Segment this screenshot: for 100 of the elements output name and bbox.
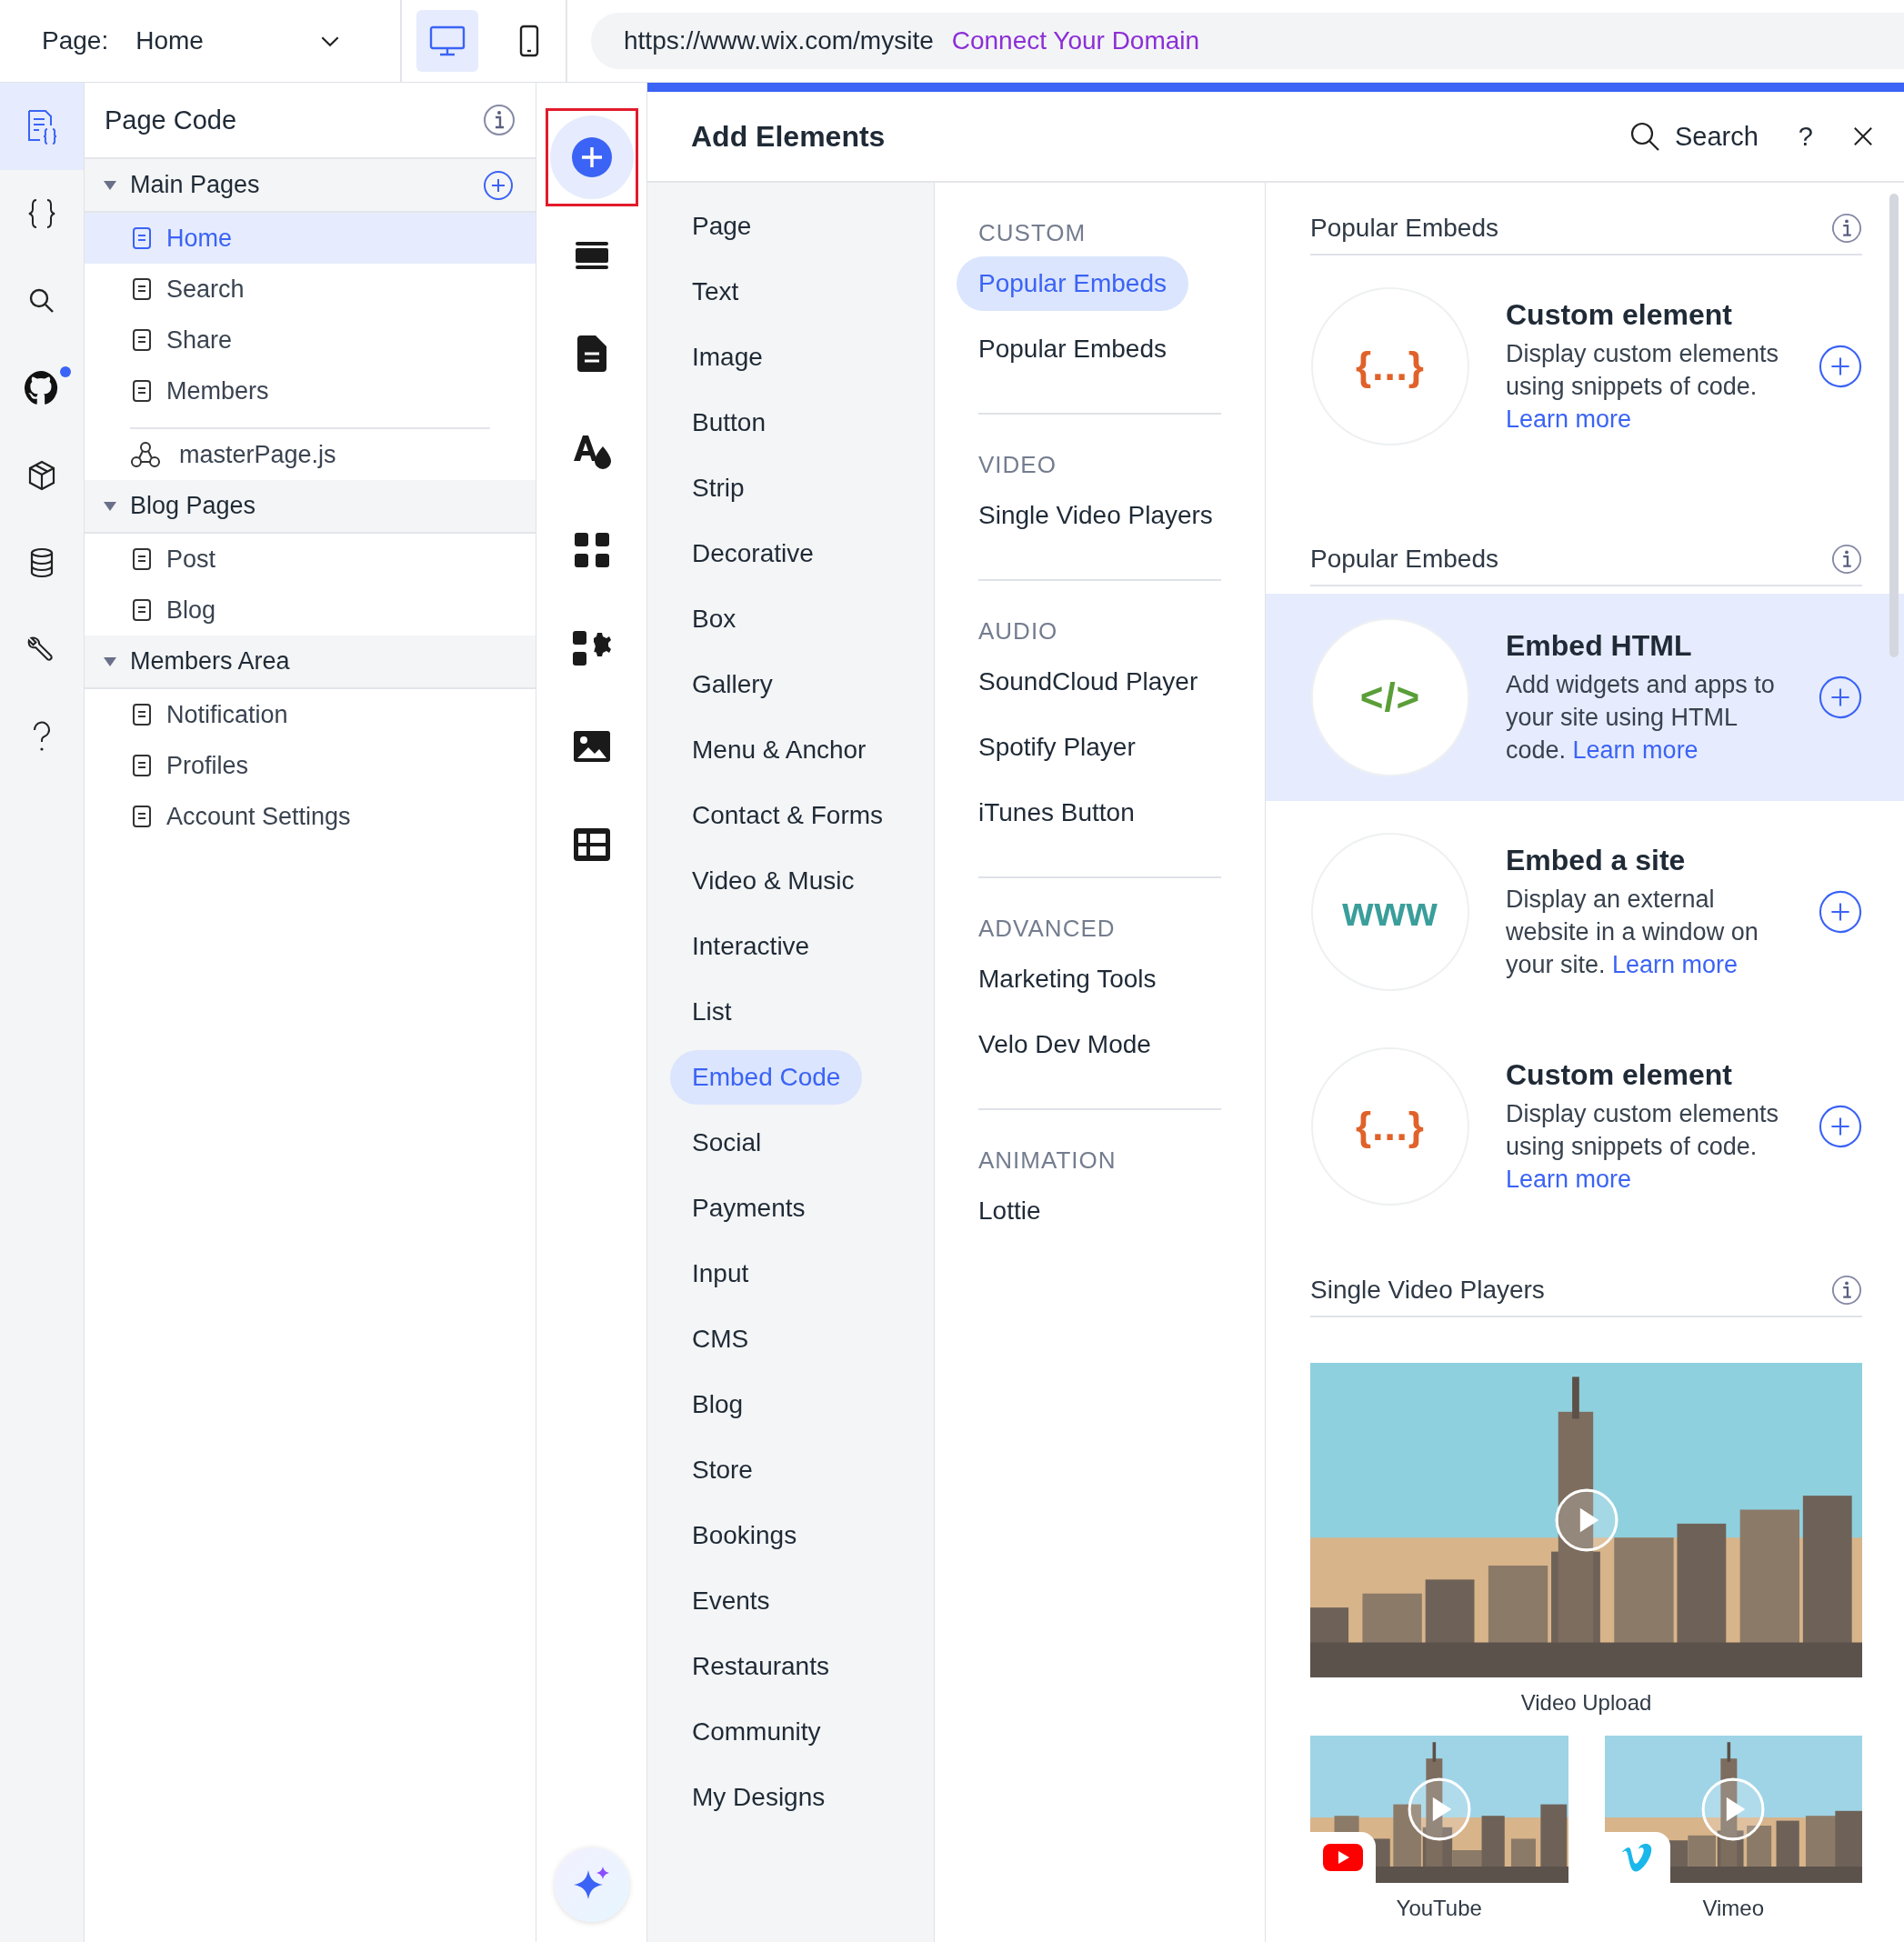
tree-group-row[interactable]: Blog Pages: [85, 480, 536, 534]
category-item[interactable]: List: [670, 985, 754, 1039]
element-card[interactable]: {...} Custom element Display custom elements using snippets of code. Learn more: [1266, 263, 1904, 470]
card-title: Embed a site: [1506, 843, 1687, 877]
search-button[interactable]: Search: [1628, 121, 1759, 152]
subcategory-item[interactable]: Spotify Player: [957, 720, 1157, 775]
element-thumbnail: www: [1311, 833, 1469, 991]
page-icon: [132, 328, 152, 352]
subcategory-item[interactable]: Marketing Tools: [957, 952, 1178, 1006]
section-heading: ADVANCED: [978, 915, 1117, 944]
ai-assistant-button[interactable]: [554, 1847, 629, 1922]
add-icon[interactable]: [1819, 345, 1862, 388]
tree-item[interactable]: Blog: [85, 585, 536, 636]
category-item[interactable]: Blog: [670, 1377, 766, 1432]
url-bar[interactable]: https://www.wix.com/mysite Connect Your Domain: [591, 13, 1904, 69]
code-file-icon: [25, 108, 58, 145]
category-item[interactable]: Video & Music: [670, 854, 877, 908]
card-description: Display custom elements using snippets of code. Learn more: [1506, 338, 1780, 435]
category-item[interactable]: Community: [670, 1705, 843, 1759]
section-heading: Popular Embeds: [1310, 214, 1498, 243]
section-heading: CUSTOM: [978, 219, 1087, 248]
play-icon[interactable]: [1553, 1487, 1619, 1553]
subcategory-item[interactable]: SoundCloud Player: [957, 655, 1220, 709]
tree-group-row[interactable]: Members Area: [85, 636, 536, 689]
category-item[interactable]: My Designs: [670, 1770, 847, 1825]
category-item[interactable]: Decorative: [670, 526, 836, 581]
category-item[interactable]: Restaurants: [670, 1639, 851, 1694]
subcategory-item[interactable]: Velo Dev Mode: [957, 1017, 1173, 1072]
desktop-view-button[interactable]: [416, 10, 478, 72]
tree-item[interactable]: Notification: [85, 689, 536, 740]
section-heading: AUDIO: [978, 617, 1059, 646]
tree-item[interactable]: Share: [85, 315, 536, 365]
category-item[interactable]: Events: [670, 1574, 792, 1628]
caret-icon[interactable]: [103, 500, 117, 512]
page-code-tool-button[interactable]: [0, 83, 84, 170]
document-icon: [576, 335, 606, 372]
category-item[interactable]: Bookings: [670, 1508, 819, 1563]
section-heading: Popular Embeds: [1310, 545, 1498, 574]
category-item[interactable]: Payments: [670, 1181, 827, 1236]
category-item[interactable]: Image: [670, 330, 785, 385]
category-item[interactable]: Gallery: [670, 657, 795, 712]
image-icon: [573, 731, 610, 762]
info-icon[interactable]: [483, 104, 516, 136]
category-item[interactable]: Input: [670, 1246, 771, 1301]
element-card[interactable]: {...} Custom element Display custom elements using snippets of code. Learn more: [1266, 1023, 1904, 1230]
connect-domain-link[interactable]: Connect Your Domain: [951, 26, 1200, 55]
learn-more-link[interactable]: Learn more: [1506, 405, 1632, 433]
category-item[interactable]: Store: [670, 1443, 775, 1497]
add-icon[interactable]: [1819, 1105, 1862, 1148]
scrollbar[interactable]: [1889, 194, 1899, 657]
subcategory-item[interactable]: Popular Embeds: [957, 256, 1188, 311]
category-item[interactable]: Social: [670, 1116, 784, 1170]
subcategory-item[interactable]: Single Video Players: [957, 488, 1235, 543]
play-icon[interactable]: [1700, 1777, 1767, 1842]
close-icon[interactable]: [1853, 126, 1873, 146]
category-item[interactable]: Embed Code: [670, 1050, 863, 1105]
tree-group-row[interactable]: Main Pages: [85, 159, 536, 213]
add-page-icon[interactable]: [483, 169, 514, 201]
subcategory-item[interactable]: Lottie: [957, 1184, 1063, 1238]
page-icon: [132, 226, 152, 250]
element-thumbnail: {...}: [1311, 1047, 1469, 1206]
caret-icon[interactable]: [103, 179, 117, 191]
learn-more-link[interactable]: Learn more: [1572, 736, 1699, 764]
category-item[interactable]: Contact & Forms: [670, 788, 906, 843]
tree-item[interactable]: Post: [85, 534, 536, 585]
subcategory-item[interactable]: iTunes Button: [957, 786, 1157, 840]
group-label: Members Area: [130, 647, 290, 676]
cube-icon: [26, 459, 57, 492]
mobile-icon: [518, 25, 540, 57]
help-button[interactable]: ?: [1798, 121, 1813, 152]
tree-item[interactable]: Home: [85, 213, 536, 264]
add-icon[interactable]: [1819, 890, 1862, 934]
tree-item[interactable]: Search: [85, 264, 536, 315]
add-icon[interactable]: [1819, 676, 1862, 719]
group-label: Blog Pages: [130, 492, 256, 520]
category-item[interactable]: CMS: [670, 1312, 771, 1366]
category-item[interactable]: Strip: [670, 461, 767, 516]
caret-icon[interactable]: [103, 656, 117, 667]
play-icon[interactable]: [1406, 1777, 1472, 1842]
category-item[interactable]: Menu & Anchor: [670, 723, 888, 777]
element-card[interactable]: </> Embed HTML Add widgets and apps to your site using HTML code. Learn more: [1266, 594, 1904, 801]
video-caption: YouTube: [1395, 1896, 1483, 1921]
strip-icon: [575, 242, 608, 269]
info-icon[interactable]: [1831, 544, 1862, 575]
info-icon[interactable]: [1831, 1275, 1862, 1306]
category-item[interactable]: Page: [670, 199, 774, 254]
tree-item[interactable]: Profiles: [85, 740, 536, 791]
info-icon[interactable]: [1831, 213, 1862, 244]
category-item[interactable]: Button: [670, 395, 787, 450]
category-item[interactable]: Text: [670, 265, 761, 319]
table-icon: [573, 828, 610, 861]
tree-item[interactable]: Members: [85, 365, 536, 416]
tree-item[interactable]: Account Settings: [85, 791, 536, 842]
learn-more-link[interactable]: Learn more: [1612, 950, 1739, 978]
subcategory-item[interactable]: Popular Embeds: [957, 322, 1188, 376]
category-item[interactable]: Interactive: [670, 919, 832, 974]
page-label: Page:: [42, 26, 109, 55]
category-item[interactable]: Box: [670, 592, 758, 646]
element-card[interactable]: www Embed a site Display an external website in a window on your site. Learn more: [1266, 808, 1904, 1016]
learn-more-link[interactable]: Learn more: [1506, 1165, 1632, 1193]
